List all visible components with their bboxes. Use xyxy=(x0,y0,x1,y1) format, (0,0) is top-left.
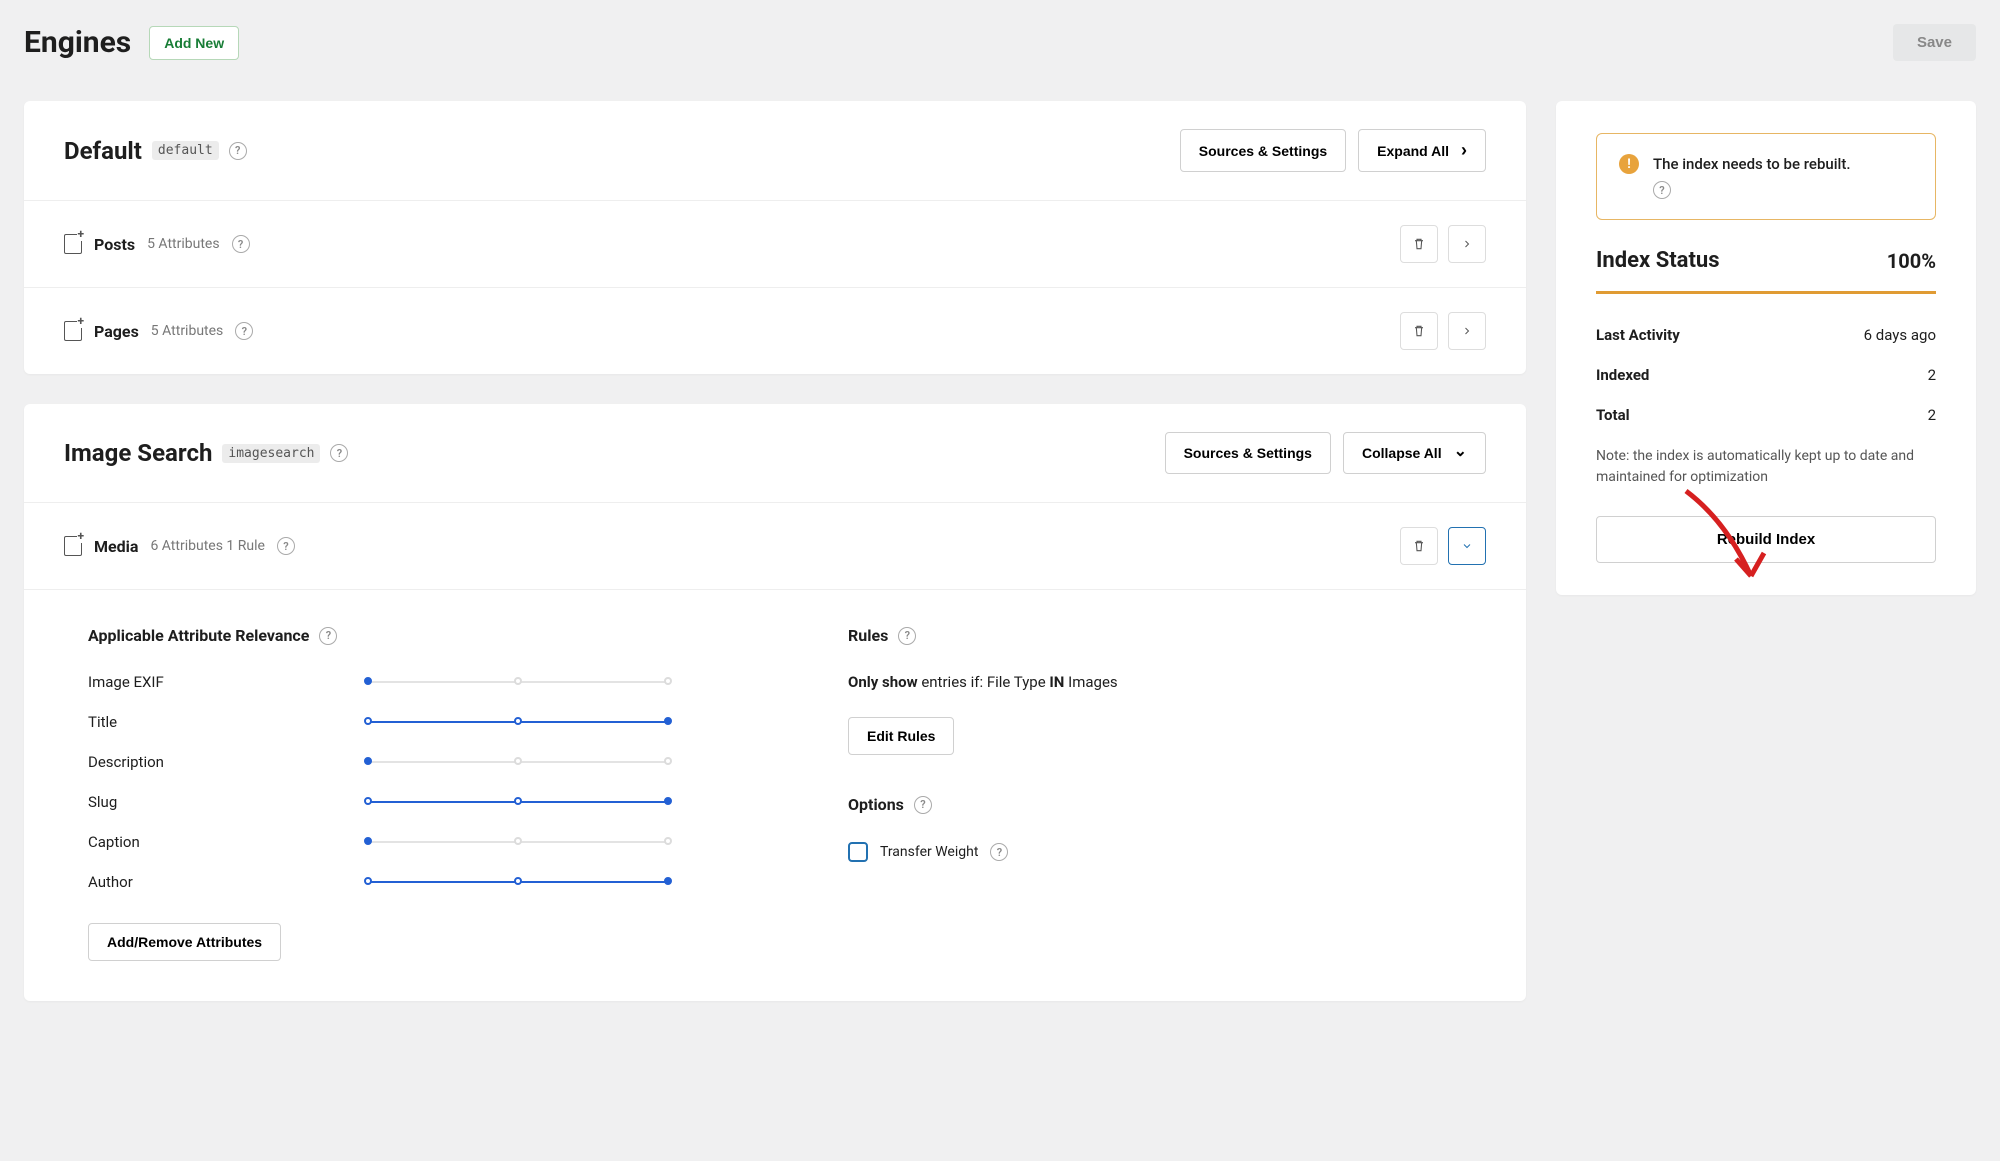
source-row-pages: Pages 5 Attributes ? xyxy=(24,287,1526,374)
alert-text: The index needs to be rebuilt. xyxy=(1653,154,1851,175)
engine-slug-badge: default xyxy=(152,141,219,160)
help-icon[interactable]: ? xyxy=(990,843,1008,861)
transfer-weight-checkbox[interactable] xyxy=(848,842,868,862)
source-meta: 6 Attributes 1 Rule xyxy=(150,538,264,554)
relevance-slider[interactable] xyxy=(368,837,668,847)
source-meta: 5 Attributes xyxy=(147,236,219,252)
edit-rules-button[interactable]: Edit Rules xyxy=(848,717,954,755)
index-note: Note: the index is automatically kept up… xyxy=(1596,446,1936,488)
rebuild-alert: ! The index needs to be rebuilt. ? xyxy=(1596,133,1936,220)
relevance-slider[interactable] xyxy=(368,757,668,767)
sources-settings-button[interactable]: Sources & Settings xyxy=(1165,432,1331,474)
relevance-slider[interactable] xyxy=(368,717,668,727)
help-icon[interactable]: ? xyxy=(277,537,295,555)
attribute-label: Slug xyxy=(88,793,348,811)
help-icon[interactable]: ? xyxy=(1653,181,1671,199)
add-remove-attributes-button[interactable]: Add/Remove Attributes xyxy=(88,923,281,961)
last-activity-label: Last Activity xyxy=(1596,326,1680,344)
attribute-label: Caption xyxy=(88,833,348,851)
delete-button[interactable] xyxy=(1400,527,1438,565)
index-percent: 100% xyxy=(1887,249,1936,273)
progress-bar xyxy=(1596,291,1936,294)
add-new-button[interactable]: Add New xyxy=(149,26,239,60)
warning-icon: ! xyxy=(1619,154,1639,174)
rebuild-index-button[interactable]: Rebuild Index xyxy=(1596,516,1936,563)
engine-card-image-search: Image Search imagesearch ? Sources & Set… xyxy=(24,404,1526,1001)
collapse-all-button[interactable]: Collapse All xyxy=(1343,432,1486,474)
delete-button[interactable] xyxy=(1400,225,1438,263)
last-activity-value: 6 days ago xyxy=(1864,326,1936,344)
expand-button[interactable] xyxy=(1448,312,1486,350)
delete-button[interactable] xyxy=(1400,312,1438,350)
help-icon[interactable]: ? xyxy=(330,444,348,462)
options-title: Options ? xyxy=(848,795,1462,814)
attribute-row: Description xyxy=(88,753,728,771)
document-icon xyxy=(64,234,82,254)
relevance-slider[interactable] xyxy=(368,797,668,807)
attribute-relevance-title: Applicable Attribute Relevance ? xyxy=(88,626,728,645)
help-icon[interactable]: ? xyxy=(898,627,916,645)
relevance-slider[interactable] xyxy=(368,877,668,887)
attribute-row: Caption xyxy=(88,833,728,851)
indexed-value: 2 xyxy=(1928,366,1936,384)
index-status-title: Index Status xyxy=(1596,248,1720,273)
source-row-posts: Posts 5 Attributes ? xyxy=(24,200,1526,287)
document-icon xyxy=(64,536,82,556)
attribute-label: Description xyxy=(88,753,348,771)
source-meta: 5 Attributes xyxy=(151,323,223,339)
document-icon xyxy=(64,321,82,341)
indexed-label: Indexed xyxy=(1596,366,1649,384)
attribute-row: Image EXIF xyxy=(88,673,728,691)
source-title: Posts xyxy=(94,235,135,254)
attribute-row: Title xyxy=(88,713,728,731)
source-row-media: Media 6 Attributes 1 Rule ? xyxy=(24,502,1526,589)
attribute-label: Author xyxy=(88,873,348,891)
transfer-weight-label: Transfer Weight xyxy=(880,844,978,860)
help-icon[interactable]: ? xyxy=(229,142,247,160)
sources-settings-button[interactable]: Sources & Settings xyxy=(1180,129,1346,172)
engine-slug-badge: imagesearch xyxy=(222,444,320,463)
source-title: Media xyxy=(94,537,138,556)
page-title: Engines xyxy=(24,25,131,60)
expand-button[interactable] xyxy=(1448,225,1486,263)
total-label: Total xyxy=(1596,406,1630,424)
expand-all-button[interactable]: Expand All xyxy=(1358,129,1486,172)
engine-title: Default xyxy=(64,137,142,165)
attribute-row: Author xyxy=(88,873,728,891)
index-status-card: ! The index needs to be rebuilt. ? Index… xyxy=(1556,101,1976,595)
save-button[interactable]: Save xyxy=(1893,24,1976,61)
collapse-button[interactable] xyxy=(1448,527,1486,565)
help-icon[interactable]: ? xyxy=(914,796,932,814)
help-icon[interactable]: ? xyxy=(319,627,337,645)
help-icon[interactable]: ? xyxy=(235,322,253,340)
attribute-label: Image EXIF xyxy=(88,673,348,691)
attribute-row: Slug xyxy=(88,793,728,811)
total-value: 2 xyxy=(1928,406,1936,424)
help-icon[interactable]: ? xyxy=(232,235,250,253)
rules-title: Rules ? xyxy=(848,626,1462,645)
engine-title: Image Search xyxy=(64,439,212,467)
relevance-slider[interactable] xyxy=(368,677,668,687)
source-title: Pages xyxy=(94,322,139,341)
rule-description: Only show entries if: File Type IN Image… xyxy=(848,673,1462,691)
attribute-label: Title xyxy=(88,713,348,731)
engine-card-default: Default default ? Sources & Settings Exp… xyxy=(24,101,1526,374)
